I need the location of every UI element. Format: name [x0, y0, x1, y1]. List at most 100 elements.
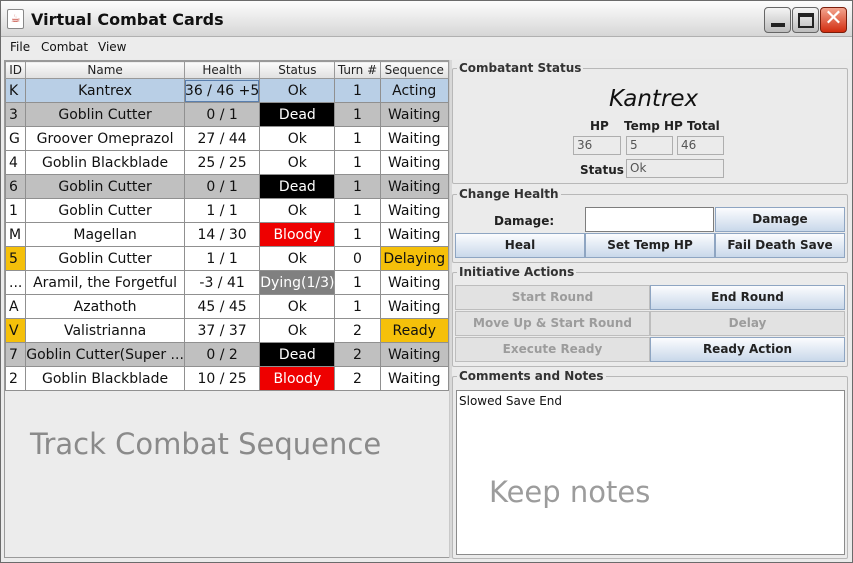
- menu-file[interactable]: File: [10, 40, 30, 54]
- cell-turn: 1: [334, 102, 381, 127]
- table-row[interactable]: 6 Goblin Cutter 0 / 1 Dead 1 Waiting: [4, 174, 449, 199]
- cell-sequence: Delaying: [379, 246, 449, 271]
- cell-sequence: Acting: [379, 78, 449, 103]
- cell-sequence: Waiting: [379, 270, 449, 295]
- cell-id: 4: [4, 150, 27, 175]
- cell-name: Goblin Cutter(Super ...: [25, 342, 185, 367]
- cell-name: Goblin Blackblade: [25, 366, 185, 391]
- minimize-icon: [771, 23, 785, 27]
- cell-sequence: Ready: [379, 318, 449, 343]
- combatant-table: ID Name Health Status Turn # Sequence K …: [4, 61, 449, 391]
- cell-health[interactable]: 36 / 46 +5: [183, 78, 261, 103]
- cell-turn: 2: [334, 318, 381, 343]
- maximize-button[interactable]: [792, 7, 819, 33]
- cell-status: Ok: [259, 150, 336, 175]
- table-row[interactable]: V Valistrianna 37 / 37 Ok 2 Ready: [4, 318, 449, 343]
- ready-action-button[interactable]: Ready Action: [650, 337, 845, 362]
- minimize-button[interactable]: [764, 7, 791, 33]
- move-up-start-round-button[interactable]: Move Up & Start Round: [455, 311, 650, 336]
- window-title: Virtual Combat Cards: [31, 10, 224, 29]
- hp-label: HP: [590, 119, 609, 133]
- menu-bar: File Combat View: [1, 37, 852, 59]
- delay-button[interactable]: Delay: [650, 311, 845, 336]
- notes-textarea[interactable]: Slowed Save End: [456, 390, 845, 555]
- cell-sequence: Waiting: [379, 222, 449, 247]
- cell-turn: 1: [334, 294, 381, 319]
- table-row[interactable]: 5 Goblin Cutter 1 / 1 Ok 0 Delaying: [4, 246, 449, 271]
- fail-death-save-button[interactable]: Fail Death Save: [715, 233, 845, 258]
- table-row[interactable]: 1 Goblin Cutter 1 / 1 Ok 1 Waiting: [4, 198, 449, 223]
- keep-notes-watermark: Keep notes: [489, 475, 651, 509]
- cell-status: Dying(1/3): [259, 270, 336, 295]
- end-round-button[interactable]: End Round: [650, 285, 845, 310]
- menu-combat[interactable]: Combat: [41, 40, 88, 54]
- table-row[interactable]: ... Aramil, the Forgetful -3 / 41 Dying(…: [4, 270, 449, 295]
- cell-status: Dead: [259, 174, 336, 199]
- damage-input[interactable]: [585, 207, 714, 232]
- cell-status: Bloody: [259, 366, 336, 391]
- cell-sequence: Waiting: [379, 174, 449, 199]
- col-name[interactable]: Name: [25, 61, 185, 79]
- table-row[interactable]: A Azathoth 45 / 45 Ok 1 Waiting: [4, 294, 449, 319]
- execute-ready-button[interactable]: Execute Ready: [455, 337, 650, 362]
- cell-name: Kantrex: [25, 78, 185, 103]
- cell-id: V: [4, 318, 27, 343]
- cell-turn: 1: [334, 174, 381, 199]
- col-status[interactable]: Status: [259, 61, 336, 79]
- table-row[interactable]: 3 Goblin Cutter 0 / 1 Dead 1 Waiting: [4, 102, 449, 127]
- cell-health: 10 / 25: [183, 366, 261, 391]
- combat-sequence-panel: ID Name Health Status Turn # Sequence K …: [4, 60, 450, 558]
- cell-status: Dead: [259, 102, 336, 127]
- cell-health: 37 / 37: [183, 318, 261, 343]
- cell-name: Goblin Blackblade: [25, 150, 185, 175]
- col-sequence[interactable]: Sequence: [379, 61, 449, 79]
- cell-status: Ok: [259, 198, 336, 223]
- cell-health: 0 / 1: [183, 102, 261, 127]
- comments-notes-title: Comments and Notes: [457, 369, 606, 383]
- table-row[interactable]: 2 Goblin Blackblade 10 / 25 Bloody 2 Wai…: [4, 366, 449, 391]
- cell-sequence: Waiting: [379, 366, 449, 391]
- cell-id: 7: [4, 342, 27, 367]
- combatant-name: Kantrex: [609, 86, 699, 112]
- table-row[interactable]: G Groover Omeprazol 27 / 44 Ok 1 Waiting: [4, 126, 449, 151]
- cell-turn: 2: [334, 366, 381, 391]
- close-button[interactable]: ✕: [820, 6, 847, 33]
- col-id[interactable]: ID: [4, 61, 27, 79]
- temp-hp-label: Temp HP: [624, 119, 683, 133]
- heal-button[interactable]: Heal: [455, 233, 585, 258]
- table-row[interactable]: 4 Goblin Blackblade 25 / 25 Ok 1 Waiting: [4, 150, 449, 175]
- cell-name: Azathoth: [25, 294, 185, 319]
- cell-health: 1 / 1: [183, 246, 261, 271]
- cell-health: -3 / 41: [183, 270, 261, 295]
- cell-status: Ok: [259, 318, 336, 343]
- start-round-button[interactable]: Start Round: [455, 285, 650, 310]
- cell-name: Goblin Cutter: [25, 246, 185, 271]
- set-temp-hp-button[interactable]: Set Temp HP: [585, 233, 715, 258]
- cell-turn: 0: [334, 246, 381, 271]
- damage-button[interactable]: Damage: [715, 207, 845, 232]
- cell-status: Ok: [259, 246, 336, 271]
- cell-health: 0 / 1: [183, 174, 261, 199]
- menu-view[interactable]: View: [98, 40, 126, 54]
- cell-id: 5: [4, 246, 27, 271]
- cell-id: M: [4, 222, 27, 247]
- hp-field: 36: [573, 136, 621, 155]
- cell-id: K: [4, 78, 27, 103]
- cell-sequence: Waiting: [379, 198, 449, 223]
- change-health-title: Change Health: [457, 187, 561, 201]
- cell-turn: 1: [334, 150, 381, 175]
- cell-id: 1: [4, 198, 27, 223]
- table-row[interactable]: K Kantrex 36 / 46 +5 Ok 1 Acting: [4, 78, 449, 103]
- cell-turn: 1: [334, 270, 381, 295]
- table-row[interactable]: M Magellan 14 / 30 Bloody 1 Waiting: [4, 222, 449, 247]
- track-combat-watermark: Track Combat Sequence: [30, 427, 382, 461]
- title-bar[interactable]: ☕ Virtual Combat Cards ✕: [1, 1, 852, 37]
- java-app-icon: ☕: [7, 9, 24, 29]
- col-turn[interactable]: Turn #: [334, 61, 381, 79]
- damage-label: Damage:: [494, 214, 555, 228]
- cell-turn: 1: [334, 126, 381, 151]
- cell-status: Ok: [259, 126, 336, 151]
- table-row[interactable]: 7 Goblin Cutter(Super ... 0 / 2 Dead 2 W…: [4, 342, 449, 367]
- col-health[interactable]: Health: [183, 61, 261, 79]
- cell-id: A: [4, 294, 27, 319]
